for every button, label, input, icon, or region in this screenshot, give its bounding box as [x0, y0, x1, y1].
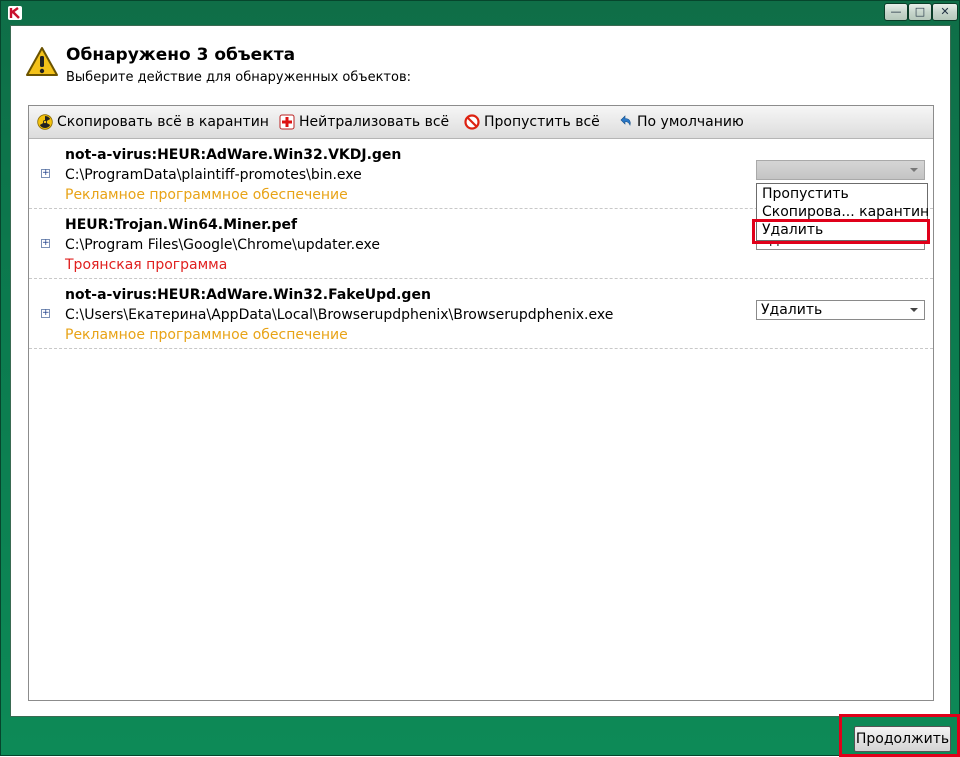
skip-all-label: Пропустить всё [484, 114, 600, 130]
kaspersky-logo-icon [8, 6, 22, 20]
page-subtitle: Выберите действие для обнаруженных объек… [66, 70, 412, 85]
threat-path: C:\ProgramData\plaintiff-promotes\bin.ex… [65, 167, 362, 183]
dialog-content: Обнаружено 3 объекта Выберите действие д… [10, 25, 951, 717]
kaspersky-dialog-window: — □ ✕ Обнаружено 3 объекта Выберите дейс… [0, 0, 960, 757]
page-title: Обнаружено 3 объекта [66, 45, 296, 65]
threat-type: Троянская программа [65, 257, 228, 273]
minimize-button[interactable]: — [884, 3, 908, 21]
skip-all-button[interactable]: Пропустить всё [464, 113, 600, 131]
threat-name: not-a-virus:HEUR:AdWare.Win32.VKDJ.gen [65, 147, 402, 163]
close-button[interactable]: ✕ [932, 3, 958, 21]
no-entry-icon [464, 114, 480, 130]
threat-name: not-a-virus:HEUR:AdWare.Win32.FakeUpd.ge… [65, 287, 431, 303]
minimize-icon: — [890, 5, 902, 18]
action-select[interactable] [756, 160, 925, 180]
action-toolbar: Скопировать всё в карантин Нейтрализоват… [29, 106, 933, 139]
threat-list-panel: Скопировать всё в карантин Нейтрализоват… [28, 105, 934, 701]
close-icon: ✕ [940, 5, 950, 18]
action-select[interactable]: Удалить [756, 300, 925, 320]
dropdown-option-quarantine[interactable]: Скопирова... карантин [762, 204, 929, 220]
action-select-value: Удалить [761, 302, 823, 318]
threat-path: C:\Program Files\Google\Chrome\updater.e… [65, 237, 380, 253]
continue-button[interactable]: Продолжить [854, 726, 951, 752]
default-button[interactable]: По умолчанию [617, 113, 744, 131]
annotation-highlight-delete [752, 219, 930, 244]
radiation-icon [37, 114, 53, 130]
chevron-down-icon [910, 308, 918, 312]
threat-name: HEUR:Trojan.Win64.Miner.pef [65, 217, 298, 233]
threat-type: Рекламное программное обеспечение [65, 187, 348, 203]
quarantine-all-label: Скопировать всё в карантин [57, 114, 269, 130]
default-label: По умолчанию [637, 114, 744, 130]
maximize-button[interactable]: □ [908, 3, 932, 21]
maximize-icon: □ [914, 5, 926, 18]
chevron-down-icon [910, 168, 918, 172]
disinfect-all-label: Нейтрализовать всё [299, 114, 450, 130]
title-bar: — □ ✕ [1, 1, 959, 25]
undo-arrow-icon [617, 114, 633, 130]
threat-type: Рекламное программное обеспечение [65, 327, 348, 343]
disinfect-all-button[interactable]: Нейтрализовать всё [279, 113, 449, 131]
first-aid-icon [279, 114, 295, 130]
expand-toggle[interactable]: + [41, 309, 50, 318]
warning-icon [25, 46, 59, 82]
expand-toggle[interactable]: + [41, 169, 50, 178]
dropdown-option-skip[interactable]: Пропустить [762, 186, 849, 202]
threat-path: C:\Users\Екатерина\AppData\Local\Browser… [65, 307, 614, 323]
quarantine-all-button[interactable]: Скопировать всё в карантин [37, 113, 269, 131]
threat-row: + not-a-virus:HEUR:AdWare.Win32.FakeUpd.… [29, 278, 933, 349]
expand-toggle[interactable]: + [41, 239, 50, 248]
